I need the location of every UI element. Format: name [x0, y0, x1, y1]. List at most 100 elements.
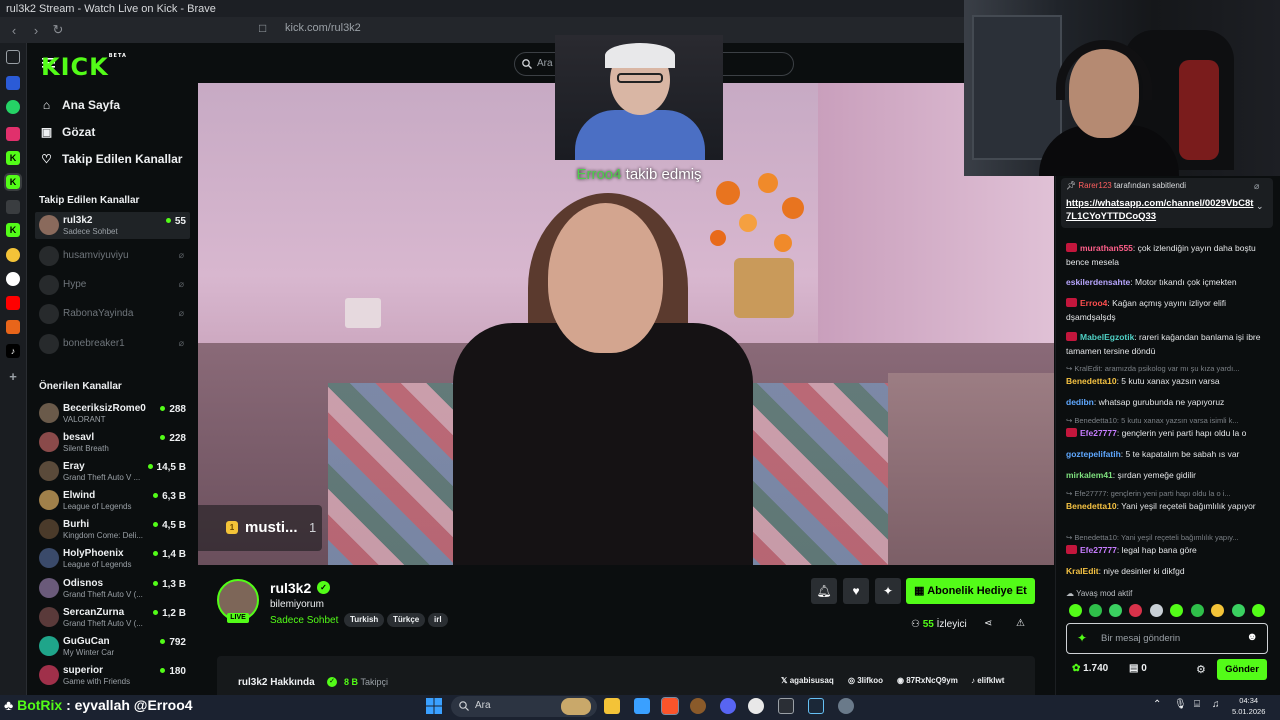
emote-icon[interactable] [1069, 604, 1082, 617]
recommended-channel[interactable]: Burhi Kingdom Come: Deli... 4,5 B [35, 516, 190, 543]
network-icon[interactable]: ⌸ [1194, 699, 1200, 710]
file-explorer-icon[interactable] [604, 698, 620, 714]
vpn-icon[interactable] [6, 76, 20, 90]
emoji-icon[interactable]: ☻ [1246, 631, 1258, 643]
brave-icon[interactable] [661, 697, 679, 715]
tiktok-icon[interactable]: ♪ [6, 344, 20, 358]
emote-icon[interactable] [1089, 604, 1102, 617]
app-icon-2[interactable] [6, 272, 20, 286]
back-icon[interactable]: ‹ [6, 23, 22, 38]
followed-channel[interactable]: husamviyuviyu ⌀ [35, 243, 190, 270]
emote-icon[interactable] [1129, 604, 1142, 617]
chat-user[interactable]: goztepelifatih [1066, 449, 1121, 459]
chat-user[interactable]: eskilerdensahte [1066, 277, 1130, 287]
tag[interactable]: Türkçe [387, 613, 426, 627]
kicks-balance[interactable]: ▤ 0 [1129, 663, 1147, 674]
tag[interactable]: irl [428, 613, 448, 627]
windows-start-icon[interactable] [426, 698, 442, 714]
chat-message[interactable]: Efe27777: legal hap bana göre [1066, 543, 1266, 557]
followed-channel[interactable]: bonebreaker1 ⌀ [35, 331, 190, 358]
forward-icon[interactable]: › [28, 23, 44, 38]
tray-chevron-icon[interactable]: ⌃ [1153, 699, 1161, 710]
send-button[interactable]: Gönder [1217, 659, 1267, 680]
chevron-down-icon[interactable]: ⌄ [1256, 201, 1264, 212]
add-icon[interactable]: + [6, 370, 20, 384]
emote-icon[interactable] [1109, 604, 1122, 617]
recommended-channel[interactable]: Eray Grand Theft Auto V ... 14,5 B [35, 458, 190, 485]
notification-button[interactable]: 🔔︎ [811, 578, 837, 604]
chat-user[interactable]: dedibn [1066, 397, 1094, 407]
clip-button[interactable]: ✦ [875, 578, 901, 604]
app-icon[interactable] [6, 248, 20, 262]
capture-icon[interactable] [778, 698, 794, 714]
chat-message[interactable]: Benedetta10: 5 kutu xanax yazsın varsa [1066, 374, 1266, 388]
instagram-icon[interactable] [6, 127, 20, 141]
followed-channel[interactable]: rul3k2 Sadece Sohbet 55 [35, 212, 190, 239]
recommended-channel[interactable]: superior Game with Friends 180 [35, 662, 190, 689]
chat-user[interactable]: Efe27777 [1080, 545, 1117, 555]
settings-icon[interactable] [838, 698, 854, 714]
report-icon[interactable]: ⚠ [1016, 618, 1025, 629]
chat-user[interactable]: Efe27777 [1080, 428, 1117, 438]
chat-message[interactable]: Erroo4: Kağan açmış yayını izliyor elifi… [1066, 296, 1266, 324]
microphone-icon[interactable]: 🎙︎ [1174, 699, 1187, 710]
sidebar-toggle-icon[interactable] [6, 50, 20, 64]
chat-user[interactable]: MabelEgzotik [1080, 332, 1134, 342]
chat-message[interactable]: Benedetta10: Yani yeşil reçeteli bağımlı… [1066, 499, 1266, 513]
gift-leaderboard[interactable]: 1 musti... 1 [198, 505, 322, 551]
app-icon-3[interactable] [6, 320, 20, 334]
kick-icon[interactable]: K [6, 151, 20, 165]
chat-message[interactable]: MabelEgzotik: rareri kağandan banlama iş… [1066, 330, 1266, 358]
pinned-link[interactable]: https://whatsapp.com/channel/0029VbC8t7L… [1066, 197, 1256, 223]
tag[interactable]: Turkish [344, 613, 385, 627]
store-icon[interactable] [634, 698, 650, 714]
follow-button[interactable]: ♥ [843, 578, 869, 604]
url-field[interactable]: kick.com/rul3k2 [285, 22, 361, 34]
emote-icon[interactable] [1232, 604, 1245, 617]
recommended-channel[interactable]: GuGuCan My Winter Car 792 [35, 633, 190, 660]
chat-user[interactable]: Benedetta10 [1066, 501, 1117, 511]
nav-home[interactable]: ⌂ Ana Sayfa [40, 98, 120, 112]
chat-message[interactable]: KralEdit: niye desinler ki dikfgd [1066, 564, 1266, 578]
recommended-channel[interactable]: besavl Silent Breath 228 [35, 429, 190, 456]
recommended-channel[interactable]: BeceriksizRome0 VALORANT 288 [35, 400, 190, 427]
emote-icon[interactable] [1170, 604, 1183, 617]
emote-icon[interactable] [1211, 604, 1224, 617]
emote-icon[interactable] [1191, 604, 1204, 617]
chat-message[interactable]: eskilerdensahte: Motor tıkandı çok içmek… [1066, 275, 1266, 289]
chat-message[interactable]: goztepelifatih: 5 te kapatalım be sabah … [1066, 447, 1266, 461]
chat-message[interactable]: mirkalem41: şırdan yemeğe gidilir [1066, 468, 1266, 482]
whatsapp-icon[interactable] [6, 100, 20, 114]
chat-user[interactable]: Erroo4 [1080, 298, 1107, 308]
nav-following[interactable]: ♡ Takip Edilen Kanallar [40, 152, 182, 166]
app-icon[interactable] [690, 698, 706, 714]
chat-message[interactable]: dedibn: whatsap gurubunda ne yapıyoruz [1066, 395, 1266, 409]
social-tiktok[interactable]: ♪ elifklwt [971, 676, 1004, 685]
discord-icon[interactable] [720, 698, 736, 714]
channel-points[interactable]: ✿ 1.740 [1072, 663, 1108, 674]
youtube-icon[interactable] [6, 296, 20, 310]
recommended-channel[interactable]: HolyPhoenix League of Legends 1,4 B [35, 545, 190, 572]
taskbar-clock[interactable]: 04:34 5.01.2026 [1232, 695, 1265, 717]
reload-icon[interactable]: ↻ [50, 22, 66, 38]
muted-icon[interactable] [6, 200, 20, 214]
followed-channel[interactable]: RabonaYayinda ⌀ [35, 301, 190, 328]
recommended-channel[interactable]: Elwind League of Legends 6,3 B [35, 487, 190, 514]
social-instagram[interactable]: ◎ 3lifkoo [848, 676, 883, 685]
taskbar-search[interactable]: Ara [451, 696, 597, 717]
unpin-icon[interactable]: ⌀ [1254, 181, 1259, 192]
bookmark-icon[interactable]: □ [259, 21, 266, 35]
emote-icon[interactable] [1150, 604, 1163, 617]
chat-user[interactable]: mirkalem41 [1066, 470, 1113, 480]
emote-icon[interactable] [1252, 604, 1265, 617]
chat-user[interactable]: KralEdit [1066, 566, 1099, 576]
stream-category[interactable]: Sadece Sohbet [270, 615, 338, 626]
gift-subscription-button[interactable]: ▦ Abonelik Hediye Et [906, 578, 1035, 604]
recommended-channel[interactable]: Odisnos Grand Theft Auto V (... 1,3 B [35, 575, 190, 602]
chat-message[interactable]: murathan555: çok izlendiğin yayın daha b… [1066, 241, 1266, 269]
streamer-name[interactable]: rul3k2 [270, 580, 311, 596]
chat-settings-icon[interactable]: ⚙ [1196, 663, 1206, 676]
kick-icon-2[interactable]: K [6, 223, 20, 237]
steam-icon[interactable] [808, 698, 824, 714]
social-x[interactable]: 𝕏 agabisusaq [781, 676, 834, 685]
